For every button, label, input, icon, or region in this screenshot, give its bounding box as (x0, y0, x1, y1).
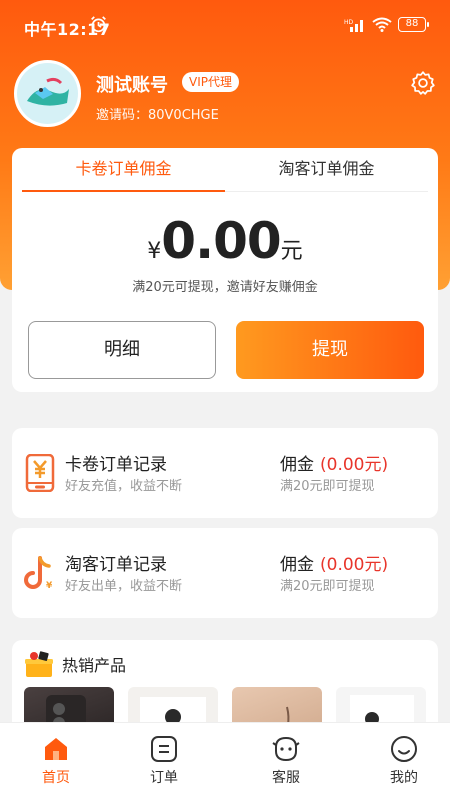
svg-text:HD: HD (344, 19, 354, 26)
section-title: 热销产品 (62, 656, 127, 675)
commission-label-text: 佣金 (280, 555, 314, 575)
svg-text:¥: ¥ (46, 581, 53, 591)
signal-icon: HD (344, 19, 363, 32)
gear-icon[interactable] (410, 70, 436, 96)
battery-indicator: 88 (398, 17, 429, 32)
nav-orders[interactable]: 订单 (108, 723, 220, 800)
tab-taoke-commission[interactable]: 淘客订单佣金 (225, 148, 428, 192)
wifi-icon (372, 17, 392, 32)
avatar-image (17, 63, 78, 124)
amount-value: 0.00 (161, 212, 281, 270)
record-title: 卡卷订单记录 (65, 455, 167, 475)
nav-label: 我的 (390, 770, 418, 786)
detail-button[interactable]: 明细 (28, 321, 216, 379)
withdraw-threshold: 满20元即可提现 (280, 479, 375, 494)
commission-value: (0.00元) (320, 455, 389, 475)
status-icons: HD 88 (344, 17, 429, 32)
bottom-nav: 首页 订单 客服 我的 (0, 722, 450, 800)
commission-label: 佣金 (0.00元) (280, 450, 388, 475)
record-title: 淘客订单记录 (65, 555, 167, 575)
gift-box-icon (25, 651, 53, 677)
tab-card-voucher-commission[interactable]: 卡卷订单佣金 (22, 148, 225, 192)
taoke-order-record[interactable]: ¥ 淘客订单记录 好友出单，收益不断 佣金 (0.00元) 满20元即可提现 (12, 528, 438, 618)
nav-label: 订单 (150, 770, 178, 786)
nav-home[interactable]: 首页 (0, 723, 112, 800)
nav-label: 客服 (272, 770, 300, 786)
commission-amount: ¥0.00元 (12, 212, 438, 270)
status-bar: 中午12:17 HD 88 (0, 0, 450, 48)
account-name: 测试账号 (96, 75, 168, 96)
music-note-icon: ¥ (24, 556, 53, 591)
commission-tabs: 卡卷订单佣金 淘客订单佣金 (22, 148, 428, 192)
amount-unit: 元 (280, 239, 303, 264)
commission-label: 佣金 (0.00元) (280, 550, 388, 575)
order-icon (151, 736, 177, 762)
withdraw-hint: 满20元可提现，邀请好友赚佣金 (132, 280, 318, 295)
profile-icon (391, 736, 417, 762)
card-voucher-record[interactable]: 卡卷订单记录 好友充值，收益不断 佣金 (0.00元) 满20元即可提现 (12, 428, 438, 518)
phone-yen-icon (25, 454, 55, 492)
invite-code[interactable]: 邀请码：80V0CHGE (96, 104, 219, 123)
alarm-icon (91, 16, 106, 33)
commission-card: 卡卷订单佣金 淘客订单佣金 ¥0.00元 满20元可提现，邀请好友赚佣金 明细 … (12, 148, 438, 392)
commission-value: (0.00元) (320, 555, 389, 575)
record-subtitle: 好友出单，收益不断 (65, 579, 183, 594)
home-icon (45, 738, 67, 760)
currency-symbol: ¥ (147, 239, 162, 264)
nav-customer-service[interactable]: 客服 (230, 723, 342, 800)
vip-badge: VIP代理 (182, 72, 239, 92)
nav-label: 首页 (42, 770, 70, 786)
profile-header: 测试账号 VIP代理 邀请码：80V0CHGE (14, 60, 436, 130)
commission-label-text: 佣金 (280, 455, 314, 475)
avatar[interactable] (14, 60, 81, 127)
withdraw-button[interactable]: 提现 (236, 321, 424, 379)
service-icon (272, 736, 300, 762)
record-subtitle: 好友充值，收益不断 (65, 479, 183, 494)
withdraw-threshold: 满20元即可提现 (280, 579, 375, 594)
nav-profile[interactable]: 我的 (348, 723, 450, 800)
